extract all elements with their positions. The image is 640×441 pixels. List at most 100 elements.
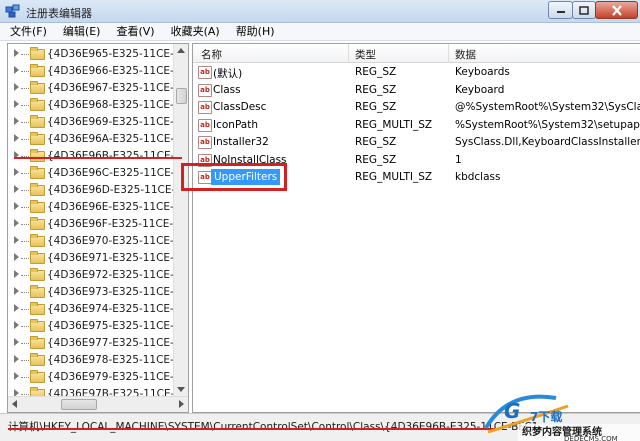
tree-item[interactable]: {4D36E970-E325-11CE-BFC (8, 233, 173, 250)
tree-connector (21, 122, 29, 123)
menu-favorites[interactable]: 收藏夹(A) (163, 23, 228, 41)
svg-text:7下载: 7下载 (530, 409, 562, 424)
scroll-thumb[interactable] (176, 88, 187, 104)
tree-item[interactable]: {4D36E968-E325-11CE-BFC (8, 97, 173, 114)
tree-connector (21, 309, 29, 310)
minimize-button[interactable] (548, 1, 573, 19)
tree-connector (21, 343, 29, 344)
folder-icon (30, 115, 45, 128)
tree-vertical-scrollbar[interactable] (173, 44, 188, 396)
scroll-thumb[interactable] (61, 399, 97, 410)
tree-connector (21, 360, 29, 361)
expand-arrow-icon[interactable] (14, 253, 19, 261)
tree-item-label: {4D36E968-E325-11CE-BFC (47, 99, 173, 111)
value-row[interactable]: ab ClassDesc REG_SZ @%SystemRoot%\System32\… (193, 99, 640, 116)
tree-connector (21, 394, 29, 395)
tree-item[interactable]: {4D36E979-E325-11CE-BFC (8, 369, 173, 386)
tree-item[interactable]: {4D36E96A-E325-11CE-BFC (8, 131, 173, 148)
column-divider[interactable] (348, 44, 349, 63)
expand-arrow-icon[interactable] (14, 117, 19, 125)
expand-arrow-icon[interactable] (14, 270, 19, 278)
scroll-up-icon[interactable] (177, 48, 185, 53)
close-button[interactable] (595, 1, 638, 19)
maximize-button[interactable] (572, 1, 596, 19)
tree-item-label: {4D36E975-E325-11CE-BFC (47, 320, 173, 332)
registry-values-list[interactable]: 名称 类型 数据 ab (默认) REG_SZ Keyboardsab Class REG… (192, 43, 640, 413)
expand-arrow-icon[interactable] (14, 66, 19, 74)
tree-item-label: {4D36E970-E325-11CE-BFC (47, 235, 173, 247)
tree-item[interactable]: {4D36E96E-E325-11CE-BFC (8, 199, 173, 216)
tree-item[interactable]: {4D36E967-E325-11CE-BFC (8, 80, 173, 97)
expand-arrow-icon[interactable] (14, 372, 19, 380)
column-header-name[interactable]: 名称 (201, 47, 222, 62)
tree-item[interactable]: {4D36E96C-E325-11CE-BFC (8, 165, 173, 182)
tree-item[interactable]: {4D36E978-E325-11CE-BFC (8, 352, 173, 369)
tree-connector (21, 275, 29, 276)
expand-arrow-icon[interactable] (14, 355, 19, 363)
tree-item-label: {4D36E978-E325-11CE-BFC (47, 354, 173, 366)
tree-item[interactable]: {4D36E96F-E325-11CE-BFC (8, 216, 173, 233)
folder-icon (30, 183, 45, 196)
expand-arrow-icon[interactable] (14, 236, 19, 244)
expand-arrow-icon[interactable] (14, 287, 19, 295)
scroll-left-icon[interactable] (12, 400, 17, 408)
value-type: REG_MULTI_SZ (355, 118, 433, 131)
expand-arrow-icon[interactable] (14, 83, 19, 91)
expand-arrow-icon[interactable] (14, 338, 19, 346)
tree-item[interactable]: {4D36E971-E325-11CE-BFC (8, 250, 173, 267)
menu-bar: 文件(F) 编辑(E) 查看(V) 收藏夹(A) 帮助(H) (0, 23, 640, 41)
column-divider[interactable] (448, 44, 449, 63)
expand-arrow-icon[interactable] (14, 134, 19, 142)
value-row[interactable]: ab IconPath REG_MULTI_SZ %SystemRoot%\Syste… (193, 117, 640, 134)
tree-connector (21, 241, 29, 242)
expand-arrow-icon[interactable] (14, 321, 19, 329)
tree-item[interactable]: {4D36E965-E325-11CE-BFC (8, 46, 173, 63)
value-row[interactable]: ab Installer32 REG_SZ SysClass.Dll,Keyboard… (193, 134, 640, 151)
tree-item-label: {4D36E96F-E325-11CE-BFC (47, 218, 173, 230)
expand-arrow-icon[interactable] (14, 304, 19, 312)
tree-item[interactable]: {4D36E972-E325-11CE-BFC (8, 267, 173, 284)
expand-arrow-icon[interactable] (14, 49, 19, 57)
menu-file[interactable]: 文件(F) (2, 23, 55, 41)
tree-item[interactable]: {4D36E977-E325-11CE-BFC (8, 335, 173, 352)
column-header-data[interactable]: 数据 (455, 47, 476, 62)
expand-arrow-icon[interactable] (14, 100, 19, 108)
folder-icon (30, 302, 45, 315)
tree-item[interactable]: {4D36E969-E325-11CE-BFC (8, 114, 173, 131)
value-data: @%SystemRoot%\System32\SysClass (455, 101, 640, 113)
expand-arrow-icon[interactable] (14, 219, 19, 227)
expand-arrow-icon[interactable] (14, 168, 19, 176)
menu-help[interactable]: 帮助(H) (228, 23, 283, 41)
value-name: Installer32 (213, 136, 269, 148)
tree-item-label: {4D36E977-E325-11CE-BFC (47, 337, 173, 349)
tree-horizontal-scrollbar[interactable] (8, 396, 188, 412)
tree-item[interactable]: {4D36E966-E325-11CE-BFC (8, 63, 173, 80)
folder-icon (30, 251, 45, 264)
ab-string-value-icon: ab (198, 101, 212, 114)
tree-item-label: {4D36E972-E325-11CE-BFC (47, 269, 173, 281)
tree-item-label: {4D36E96B-E325-11CE-BFC (47, 150, 173, 162)
scroll-down-icon[interactable] (177, 387, 185, 392)
menu-view[interactable]: 查看(V) (108, 23, 162, 41)
value-type: REG_SZ (355, 83, 397, 96)
registry-key-tree[interactable]: {4D36E965-E325-11CE-BFC {4D36E966-E325-11… (7, 43, 189, 413)
value-type: REG_SZ (355, 136, 397, 148)
column-header-type[interactable]: 类型 (355, 47, 376, 62)
folder-icon (30, 81, 45, 94)
menu-edit[interactable]: 编辑(E) (55, 23, 109, 41)
tree-item-label: {4D36E971-E325-11CE-BFC (47, 252, 173, 264)
scroll-right-icon[interactable] (179, 400, 184, 408)
tree-item[interactable]: {4D36E96D-E325-11CE-BFC (8, 182, 173, 199)
folder-icon (30, 319, 45, 332)
expand-arrow-icon[interactable] (14, 185, 19, 193)
expand-arrow-icon[interactable] (14, 202, 19, 210)
tree-item-label: {4D36E96E-E325-11CE-BFC (47, 201, 173, 213)
tree-item[interactable]: {4D36E975-E325-11CE-BFC (8, 318, 173, 335)
highlight-box (181, 163, 287, 191)
tree-connector (21, 292, 29, 293)
value-name: Class (213, 83, 241, 96)
tree-item[interactable]: {4D36E973-E325-11CE-BFC (8, 284, 173, 301)
value-row[interactable]: ab (默认) REG_SZ Keyboards (193, 64, 640, 81)
value-row[interactable]: ab Class REG_SZ Keyboard (193, 82, 640, 99)
tree-item[interactable]: {4D36E974-E325-11CE-BFC (8, 301, 173, 318)
